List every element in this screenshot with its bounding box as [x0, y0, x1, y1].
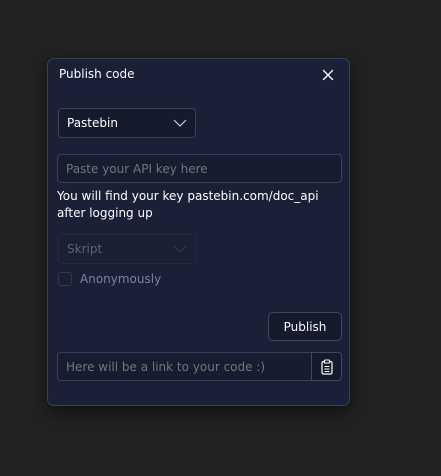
clipboard-icon — [320, 358, 333, 375]
api-key-input[interactable] — [57, 154, 342, 183]
provider-select-value: Pastebin — [67, 116, 118, 130]
dialog-title: Publish code — [59, 67, 135, 81]
syntax-select-value: Skript — [67, 242, 103, 256]
chevron-down-icon — [173, 245, 187, 253]
close-icon[interactable] — [320, 67, 336, 83]
anonymous-option[interactable]: Anonymously — [58, 270, 161, 288]
copy-link-button[interactable] — [311, 352, 342, 381]
anonymous-checkbox-label: Anonymously — [80, 272, 162, 286]
chevron-down-icon — [173, 119, 187, 127]
code-link-field[interactable] — [57, 352, 312, 381]
anonymous-checkbox[interactable] — [58, 272, 72, 286]
provider-select[interactable]: Pastebin — [58, 108, 196, 138]
publish-button[interactable]: Publish — [268, 312, 342, 341]
syntax-select[interactable]: Skript — [58, 234, 196, 264]
publish-code-dialog: Publish code Pastebin You will find your… — [47, 58, 350, 406]
api-key-hint: You will find your key pastebin.com/doc_… — [57, 189, 319, 220]
